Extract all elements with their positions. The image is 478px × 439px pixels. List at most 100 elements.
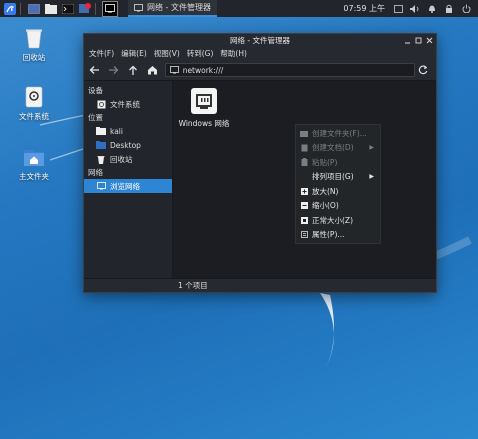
browser-launcher-icon[interactable] [78,2,92,16]
ctx-label: 创建文档(D) [312,143,354,153]
sidebar-item-filesystem[interactable]: 文件系统 [84,97,172,111]
maximize-icon[interactable] [414,36,423,45]
kali-menu-icon[interactable] [3,2,17,16]
document-new-icon [300,144,308,152]
menu-edit[interactable]: 编辑(E) [121,48,147,59]
panel-separator [95,2,96,15]
toolbar: network:/// [84,60,436,81]
ctx-label: 粘贴(P) [312,157,338,167]
monitor-icon [134,3,143,11]
home-icon[interactable] [144,61,161,79]
sidebar-item-label: Desktop [110,140,141,150]
menu-help[interactable]: 帮助(H) [220,48,247,59]
ctx-normal-size[interactable]: 正常大小(Z) [296,213,380,228]
menu-view[interactable]: 视图(V) [154,48,180,59]
sidebar-item-desktop[interactable]: Desktop [84,138,172,152]
desktop-icon-home[interactable]: 主文件夹 [9,146,59,182]
ctx-label: 创建文件夹(F)... [312,128,367,138]
ctx-properties[interactable]: 属性(P)... [296,228,380,243]
file-manager-window: 网络 - 文件管理器 文件(F) 编辑(E) 视图(V) 转到(G) 帮助(H)… [83,33,437,293]
desktop-icon-label: 文件系统 [19,112,49,121]
sidebar-header-devices: 设备 [88,86,103,95]
forward-icon[interactable] [105,61,122,79]
desktop-icon-trash[interactable]: 回收站 [9,27,59,63]
trash-icon [23,27,45,49]
minimize-icon[interactable] [403,36,412,45]
ctx-label: 属性(P)... [312,230,345,240]
submenu-arrow-icon: ▶ [369,144,374,152]
location-bar[interactable]: network:/// [164,63,415,77]
zoom-in-icon [300,187,308,195]
sidebar-item-trash[interactable]: 回收站 [84,152,172,166]
taskbar-window-button[interactable]: 网络 - 文件管理器 [128,0,217,17]
ctx-zoom-in[interactable]: 放大(N) [296,184,380,199]
menu-go[interactable]: 转到(G) [187,48,214,59]
sidebar: 设备 文件系统 位置 kali Desktop 回收站 网络 浏览网络 [84,81,173,279]
up-icon[interactable] [124,61,141,79]
arrange-icon [300,173,308,181]
desktop-folder-icon [96,140,106,150]
file-item-windows-network[interactable]: Windows 网络 [177,86,231,129]
sidebar-item-browse-network[interactable]: 浏览网络 [84,179,172,193]
show-desktop-icon[interactable] [27,2,41,16]
folder-new-icon [300,129,308,137]
ctx-label: 排列项目(G) [312,172,354,182]
network-share-icon [189,86,219,116]
status-bar: 1 个项目 [84,278,436,292]
system-tray: 07:59 上午 [343,0,478,17]
lock-icon[interactable] [444,4,454,14]
power-icon[interactable] [461,4,471,14]
sidebar-header-places: 位置 [88,113,103,122]
drive-icon [96,99,106,109]
window-titlebar[interactable]: 网络 - 文件管理器 [84,34,436,47]
menu-file[interactable]: 文件(F) [89,48,114,59]
taskbar-window-title: 网络 - 文件管理器 [147,3,211,12]
sidebar-item-label: kali [110,126,123,136]
home-folder-icon [23,146,45,168]
clock[interactable]: 07:59 上午 [343,3,385,14]
sidebar-item-label: 浏览网络 [110,181,140,191]
desktop-icon-label: 回收站 [22,53,46,62]
ctx-label: 正常大小(Z) [312,215,353,225]
window-title: 网络 - 文件管理器 [230,36,290,45]
desktop-icon-label: 主文件夹 [19,172,49,181]
zoom-original-icon [300,216,308,224]
network-location-icon [169,66,179,74]
properties-icon [300,231,308,239]
volume-icon[interactable] [410,4,420,14]
network-icon [96,181,106,191]
file-manager-launcher-icon[interactable] [44,2,58,16]
context-menu: 创建文件夹(F)... 创建文档(D) ▶ 粘贴(P) 排列项目(G) ▶ 放大… [295,124,381,244]
home-folder-icon [96,126,106,136]
sidebar-item-label: 文件系统 [110,99,140,109]
status-text: 1 个项目 [178,281,208,290]
desktop-icon-filesystem[interactable]: 文件系统 [9,86,59,122]
workspace-icon[interactable] [102,0,118,17]
submenu-arrow-icon: ▶ [369,173,374,181]
ctx-create-document[interactable]: 创建文档(D) ▶ [296,141,380,156]
drive-icon [23,86,45,108]
screen-icon[interactable] [393,4,403,14]
ctx-paste[interactable]: 粘贴(P) [296,155,380,170]
ctx-arrange-items[interactable]: 排列项目(G) ▶ [296,170,380,185]
panel-separator [20,2,21,15]
zoom-out-icon [300,202,308,210]
top-panel: 网络 - 文件管理器 07:59 上午 [0,0,478,17]
ctx-label: 放大(N) [312,186,339,196]
close-icon[interactable] [425,36,434,45]
notification-bell-icon[interactable] [427,4,437,14]
terminal-launcher-icon[interactable] [61,2,75,16]
sidebar-item-kali[interactable]: kali [84,124,172,138]
window-body: 设备 文件系统 位置 kali Desktop 回收站 网络 浏览网络 Wind… [84,81,436,279]
sidebar-item-label: 回收站 [110,154,133,164]
location-address: network:/// [182,65,224,75]
reload-icon[interactable] [415,61,432,79]
sidebar-header-network: 网络 [88,168,103,177]
paste-icon [300,158,308,167]
back-icon[interactable] [86,61,103,79]
menu-bar: 文件(F) 编辑(E) 视图(V) 转到(G) 帮助(H) [84,47,436,60]
ctx-label: 缩小(O) [312,201,339,211]
ctx-create-folder[interactable]: 创建文件夹(F)... [296,126,380,141]
trash-icon [96,154,106,164]
ctx-zoom-out[interactable]: 缩小(O) [296,199,380,214]
